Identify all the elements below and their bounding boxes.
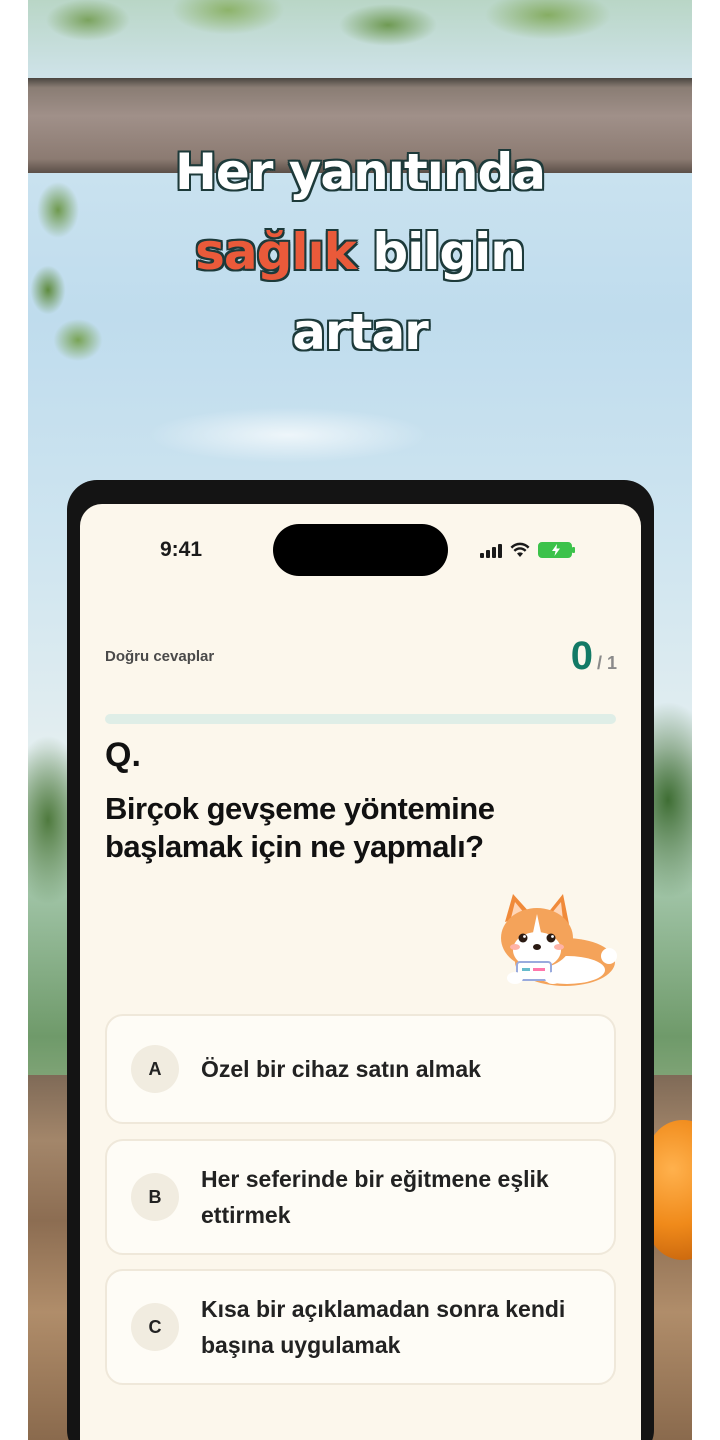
headline-line-2-rest: bilgin (355, 223, 526, 281)
dynamic-island (273, 524, 448, 576)
option-text: Kısa bir açıklamadan sonra kendi başına … (201, 1296, 566, 1358)
answer-option-c[interactable]: C Kısa bir açıklamadan sonra kendi başın… (105, 1269, 616, 1385)
option-text: Özel bir cihaz satın almak (201, 1056, 481, 1082)
phone-mockup: 9:41 Doğru cevaplar 0 / 1 Q. Birçok gevş… (67, 480, 654, 1440)
option-letter-badge: A (131, 1045, 179, 1093)
headline-line-1: Her yanıtında (174, 143, 546, 201)
wifi-icon (510, 542, 530, 557)
background-cloud (88, 390, 488, 480)
corgi-mascot-icon (501, 894, 617, 986)
headline-highlight: sağlık (195, 223, 357, 281)
headline-line-3: artar (292, 303, 429, 361)
score-label: Doğru cevaplar (105, 648, 215, 665)
status-time: 9:41 (160, 538, 203, 561)
phone-screen: 9:41 Doğru cevaplar 0 / 1 Q. Birçok gevş… (80, 504, 641, 1440)
answer-option-b[interactable]: B Her seferinde bir eğitmene eşlik ettir… (105, 1139, 616, 1255)
option-letter-badge: B (131, 1173, 179, 1221)
option-letter-badge: C (131, 1303, 179, 1351)
option-text: Her seferinde bir eğitmene eşlik ettirme… (201, 1166, 549, 1228)
score-counter: 0 / 1 (571, 636, 617, 676)
background-leaves (28, 0, 692, 80)
cellular-signal-icon (480, 542, 502, 558)
score-value: 0 (570, 634, 593, 678)
question-text: Birçok gevşeme yöntemine başlamak için n… (105, 791, 495, 864)
background-orange (648, 1120, 692, 1260)
score-total: / 1 (596, 653, 617, 673)
headline-line-2: sağlık bilgin (0, 212, 720, 292)
promo-headline: Her yanıtında sağlık bilgin artar (0, 132, 720, 372)
battery-charging-icon (538, 542, 575, 558)
status-icons (480, 540, 575, 560)
question-marker: Q. (105, 736, 141, 774)
quiz-progress-bar (105, 714, 616, 724)
answer-option-a[interactable]: A Özel bir cihaz satın almak (105, 1014, 616, 1124)
